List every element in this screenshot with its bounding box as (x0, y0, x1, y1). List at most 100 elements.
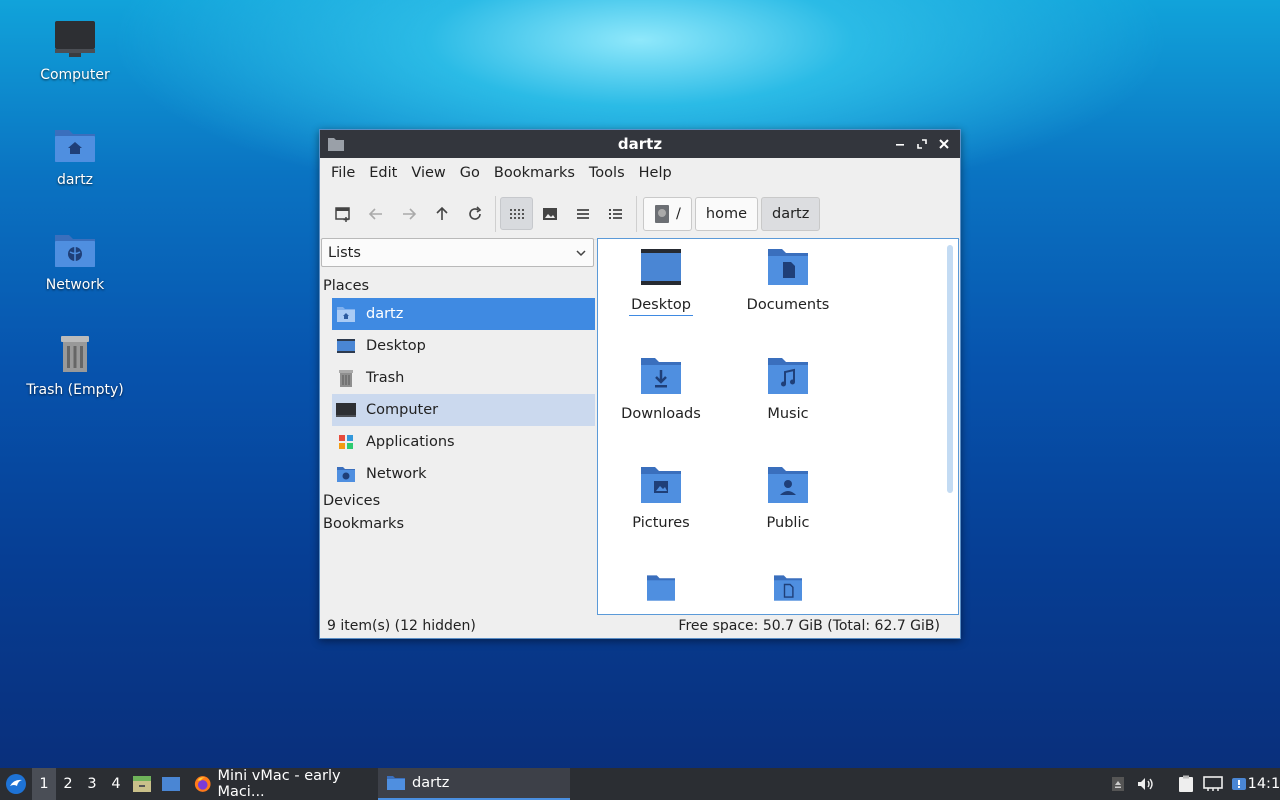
menu-bookmarks[interactable]: Bookmarks (487, 165, 582, 181)
back-button[interactable] (359, 197, 392, 230)
sidebar-item-dartz[interactable]: dartz (332, 298, 595, 330)
list-view-icon (576, 208, 589, 219)
show-desktop-icon (162, 777, 180, 791)
home-folder-icon (337, 307, 355, 322)
minimize-button[interactable] (890, 134, 910, 154)
show-desktop-button[interactable] (156, 768, 186, 800)
file-item-desktop[interactable]: Desktop (601, 247, 721, 316)
file-item-templates[interactable] (728, 574, 848, 614)
file-item-label: Pictures (632, 515, 690, 531)
file-item-music[interactable]: Music (728, 356, 848, 424)
breadcrumb-root[interactable]: / (643, 196, 692, 231)
sidebar: Lists Places dartz Desktop Trash Compute… (320, 238, 596, 610)
menu-go[interactable]: Go (453, 165, 487, 181)
start-menu-button[interactable] (0, 768, 32, 800)
music-folder-icon (768, 358, 808, 394)
volume-button[interactable] (1131, 768, 1158, 800)
maximize-button[interactable] (912, 134, 932, 154)
breadcrumb-dartz[interactable]: dartz (761, 196, 821, 231)
desktop-icon-network[interactable]: Network (15, 227, 135, 293)
tray-spacer (1158, 768, 1172, 800)
arrow-up-icon (435, 206, 448, 220)
sidebar-item-network[interactable]: Network (332, 458, 595, 490)
sidebar-item-label: dartz (366, 306, 404, 322)
drive-icon (655, 204, 669, 223)
titlebar[interactable]: dartz (320, 130, 960, 158)
sidebar-item-applications[interactable]: Applications (332, 426, 595, 458)
file-item-downloads[interactable]: Downloads (601, 356, 721, 424)
workspace-4[interactable]: 4 (104, 768, 128, 800)
file-item-public[interactable]: Public (728, 465, 848, 533)
new-tab-button[interactable] (326, 197, 359, 230)
file-item-folder[interactable] (601, 574, 721, 614)
network-status-button[interactable] (1199, 768, 1226, 800)
sidebar-item-label: Applications (366, 434, 455, 450)
new-tab-icon (334, 206, 350, 222)
menubar: File Edit View Go Bookmarks Tools Help (320, 158, 960, 188)
desktop-icon-trash[interactable]: Trash (Empty) (15, 332, 135, 398)
up-button[interactable] (425, 197, 458, 230)
desktop-icon-home[interactable]: dartz (15, 122, 135, 188)
file-cabinet-icon (133, 776, 151, 792)
volume-icon (1137, 778, 1153, 790)
file-item-label: Desktop (629, 297, 693, 316)
desktop-icon-label: Computer (40, 67, 110, 83)
eject-button[interactable] (1104, 768, 1131, 800)
sidebar-item-trash[interactable]: Trash (332, 362, 595, 394)
sidebar-item-computer[interactable]: Computer (332, 394, 595, 426)
image-view-icon (542, 207, 557, 220)
menu-tools[interactable]: Tools (582, 165, 632, 181)
toolbar-separator (495, 195, 496, 232)
chevron-down-icon (576, 250, 586, 257)
vertical-scrollbar[interactable] (947, 245, 953, 493)
update-notifier-icon (1231, 778, 1246, 790)
clock[interactable]: 14:16 (1248, 768, 1280, 800)
devices-heading[interactable]: Devices (323, 493, 380, 509)
breadcrumb-label: / (676, 205, 681, 222)
sidebar-mode-value: Lists (328, 244, 361, 261)
thumbnail-view-button[interactable] (533, 197, 566, 230)
network-wired-icon (1202, 776, 1223, 791)
desktop-icon-computer[interactable]: Computer (15, 17, 135, 83)
sidebar-mode-select[interactable]: Lists (321, 238, 594, 267)
file-manager-window: dartz File Edit View Go Bookmarks Tools … (319, 129, 961, 639)
minimize-icon (896, 144, 904, 146)
file-item-label: Music (767, 406, 809, 422)
menu-help[interactable]: Help (632, 165, 679, 181)
grid-view-icon (509, 208, 524, 219)
file-item-documents[interactable]: Documents (728, 247, 848, 315)
pictures-folder-icon (641, 467, 681, 503)
file-item-pictures[interactable]: Pictures (601, 465, 721, 533)
workspace-1[interactable]: 1 (32, 768, 56, 800)
compact-view-button[interactable] (566, 197, 599, 230)
clipboard-button[interactable] (1172, 768, 1199, 800)
task-dartz[interactable]: dartz (378, 768, 570, 800)
detailed-view-button[interactable] (599, 197, 632, 230)
sidebar-item-desktop[interactable]: Desktop (332, 330, 595, 362)
sidebar-item-label: Computer (366, 402, 439, 418)
menu-edit[interactable]: Edit (362, 165, 404, 181)
menu-file[interactable]: File (324, 165, 362, 181)
icon-view-button[interactable] (500, 197, 533, 230)
bookmarks-heading[interactable]: Bookmarks (323, 516, 404, 532)
desktop-icon-label: dartz (56, 172, 94, 188)
file-manager-launcher[interactable] (128, 768, 156, 800)
task-firefox[interactable]: Mini vMac - early Maci... (186, 768, 378, 800)
breadcrumb-home[interactable]: home (694, 196, 758, 231)
desktop-icon-label: Trash (Empty) (26, 382, 124, 398)
places-heading[interactable]: Places (323, 278, 369, 294)
workspace-2[interactable]: 2 (56, 768, 80, 800)
close-icon (939, 139, 949, 149)
statusbar: 9 item(s) (12 hidden) Free space: 50.7 G… (320, 614, 960, 638)
firefox-icon (194, 776, 211, 792)
close-button[interactable] (934, 134, 954, 154)
workspace-3[interactable]: 3 (80, 768, 104, 800)
templates-folder-icon (774, 575, 802, 601)
forward-button[interactable] (392, 197, 425, 230)
eject-icon (1111, 777, 1124, 791)
arrow-right-icon (402, 207, 416, 220)
reload-button[interactable] (458, 197, 491, 230)
breadcrumb: / home dartz (643, 196, 821, 231)
menu-view[interactable]: View (404, 165, 452, 181)
computer-icon (55, 21, 95, 57)
